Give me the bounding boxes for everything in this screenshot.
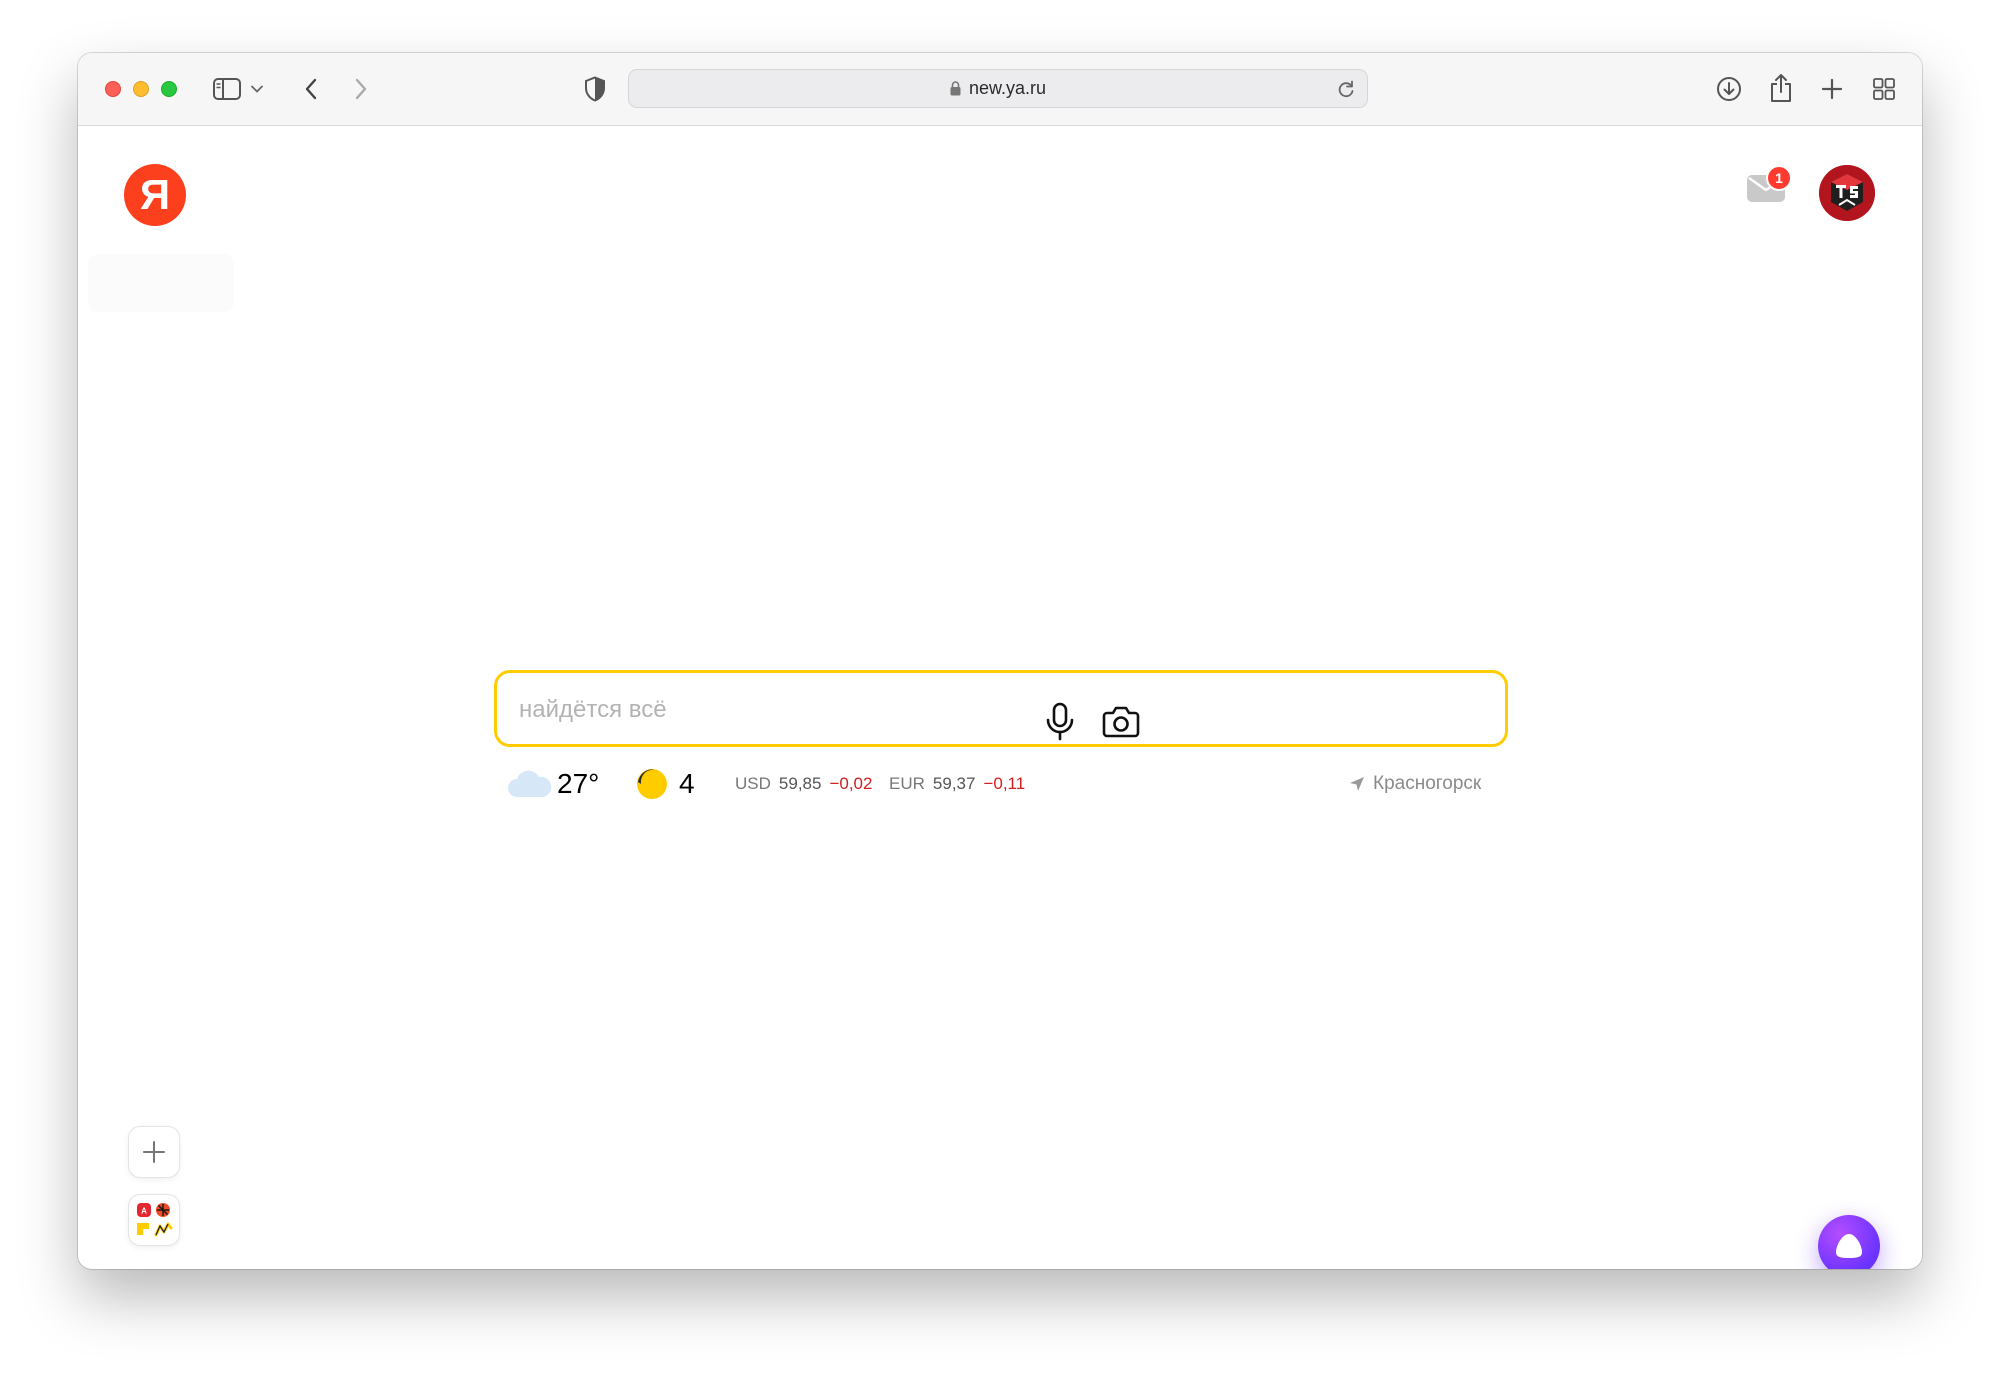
logo-letter: Я: [139, 171, 171, 218]
services-grid-icon: A: [137, 1203, 173, 1237]
traffic-icon: [637, 769, 667, 799]
location-widget[interactable]: Красногорск: [1349, 762, 1481, 806]
avatar[interactable]: [1819, 165, 1875, 221]
plus-icon[interactable]: [1818, 75, 1846, 103]
back-arrow-icon[interactable]: [298, 73, 324, 105]
search-box: [494, 670, 1508, 747]
usd-change: −0,02: [829, 774, 873, 793]
download-icon[interactable]: [1714, 74, 1744, 104]
alice-icon: [1836, 1234, 1862, 1258]
url-text: new.ya.ru: [968, 78, 1047, 98]
plus-icon: [143, 1141, 165, 1163]
browser-window: new.ya.ru Я 1 найдётся всё 27° 4 USD 59,…: [78, 53, 1922, 1269]
forward-arrow-icon[interactable]: [348, 73, 374, 105]
browser-toolbar: new.ya.ru: [78, 53, 1922, 126]
chevron-down-icon[interactable]: [248, 79, 266, 99]
page-content: Я 1 найдётся всё 27° 4 USD 59,85 −0,02 E…: [78, 126, 1922, 1269]
tab-grid-icon[interactable]: [1870, 75, 1898, 103]
traffic-widget[interactable]: 4: [635, 762, 695, 806]
traffic-score: 4: [679, 768, 695, 799]
eur-change: −0,11: [983, 774, 1026, 793]
microphone-icon[interactable]: [1044, 702, 1076, 747]
address-bar[interactable]: new.ya.ru: [628, 69, 1368, 108]
eur-rate[interactable]: EUR 59,37 −0,11: [889, 762, 1025, 806]
sidebar-icon[interactable]: [212, 75, 242, 103]
usd-rate[interactable]: USD 59,85 −0,02: [735, 762, 872, 806]
shield-icon[interactable]: [582, 74, 608, 104]
mail-count-badge: 1: [1766, 165, 1792, 191]
zoom-window-button[interactable]: [161, 81, 177, 97]
share-icon[interactable]: [1767, 71, 1795, 105]
location-arrow-icon: [1350, 777, 1364, 791]
temperature-value: 27°: [557, 768, 600, 799]
minimize-window-button[interactable]: [133, 81, 149, 97]
services-grid-button[interactable]: A: [128, 1194, 180, 1246]
reload-icon[interactable]: [1337, 79, 1355, 104]
add-service-button[interactable]: [128, 1126, 180, 1178]
usd-label: USD: [735, 774, 771, 793]
cloud-icon: [508, 770, 552, 797]
alice-assistant-button[interactable]: [1818, 1215, 1880, 1269]
location-name: Красногорск: [1373, 773, 1482, 794]
search-input[interactable]: [517, 683, 1361, 737]
placeholder-block: [88, 254, 234, 312]
eur-label: EUR: [889, 774, 925, 793]
svg-text:A: A: [141, 1207, 147, 1216]
usd-value: 59,85: [778, 774, 822, 793]
close-window-button[interactable]: [105, 81, 121, 97]
eur-value: 59,37: [932, 774, 976, 793]
yandex-logo[interactable]: Я: [124, 164, 186, 226]
weather-widget[interactable]: 27°: [505, 762, 599, 806]
lock-icon: [950, 81, 961, 96]
camera-search-icon[interactable]: [1102, 704, 1140, 743]
